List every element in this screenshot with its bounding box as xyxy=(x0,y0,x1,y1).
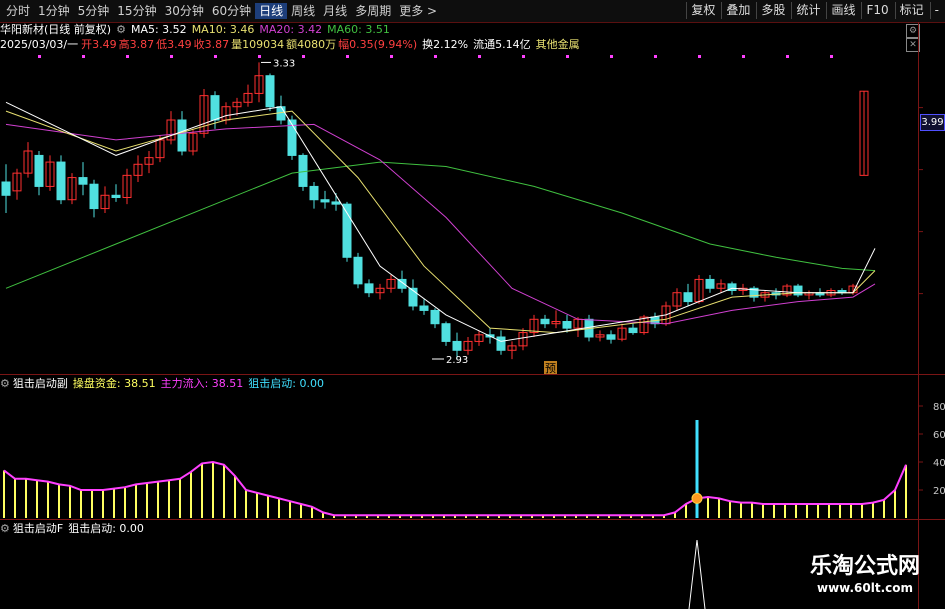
candle-body xyxy=(210,95,220,121)
ind-axis-label-0: 80 xyxy=(933,402,945,413)
candle-body xyxy=(562,321,572,329)
candle-body xyxy=(606,334,616,340)
signal-dot-8 xyxy=(390,55,393,58)
candle-body xyxy=(430,309,440,325)
signal-dot-15 xyxy=(698,55,701,58)
candle-body xyxy=(628,327,638,334)
candle-body xyxy=(496,336,506,351)
high-label: 3.33 xyxy=(273,58,295,69)
signal-dot-9 xyxy=(434,55,437,58)
low-label: 2.93 xyxy=(446,355,468,366)
candle-body xyxy=(683,292,693,303)
watermark-url: www.60lt.com xyxy=(816,581,914,595)
watermark: 乐淘公式网 www.60lt.com xyxy=(785,554,945,596)
kline-chart[interactable]: 3.33 2.93 预 80 60 40 20 xyxy=(0,0,945,609)
candle-body xyxy=(177,119,187,152)
ma60-line xyxy=(5,161,876,289)
signal-dot-7 xyxy=(346,55,349,58)
candle-body xyxy=(78,177,88,185)
inflow-line xyxy=(3,460,907,517)
signal-dot-11 xyxy=(522,55,525,58)
candle-body xyxy=(265,75,275,108)
price-axis-marker: 3.99 xyxy=(920,114,945,131)
ind-axis-label-1: 60 xyxy=(933,430,945,441)
candle-body xyxy=(1,181,11,196)
signal-dot-0 xyxy=(38,55,41,58)
ma20-line xyxy=(5,123,876,325)
candle-body xyxy=(309,185,319,201)
signal-dot-4 xyxy=(214,55,217,58)
launch-signal-icon xyxy=(691,492,703,504)
candle-body xyxy=(364,283,374,294)
candle-body xyxy=(331,201,341,205)
ind-axis-label-3: 20 xyxy=(933,486,945,497)
candle-body xyxy=(441,323,451,342)
ind-axis-label-2: 40 xyxy=(933,458,945,469)
candle-body xyxy=(419,305,429,311)
signal-dot-10 xyxy=(478,55,481,58)
signal-dot-2 xyxy=(126,55,129,58)
signal-dot-17 xyxy=(786,55,789,58)
watermark-cn: 乐淘公式网 xyxy=(809,554,920,579)
candle-body xyxy=(320,199,330,203)
signal-dot-18 xyxy=(830,55,833,58)
signal-dot-14 xyxy=(654,55,657,58)
signal-dot-12 xyxy=(566,55,569,58)
forecast-badge-text: 预 xyxy=(545,362,556,375)
candle-body xyxy=(353,256,363,285)
signal-dot-1 xyxy=(82,55,85,58)
candle-body xyxy=(540,318,550,325)
candle-body xyxy=(705,278,715,289)
candle-body xyxy=(452,340,462,351)
candle-body xyxy=(89,183,99,210)
ma10-line xyxy=(5,110,876,334)
launch-spike xyxy=(688,539,706,609)
candle-body xyxy=(793,285,803,296)
signal-dot-5 xyxy=(258,55,261,58)
signal-dot-16 xyxy=(742,55,745,58)
signal-dot-6 xyxy=(302,55,305,58)
candle-body xyxy=(111,194,121,199)
signal-dot-13 xyxy=(610,55,613,58)
candle-body xyxy=(34,154,44,187)
signal-dot-3 xyxy=(170,55,173,58)
candle-body xyxy=(56,161,66,201)
